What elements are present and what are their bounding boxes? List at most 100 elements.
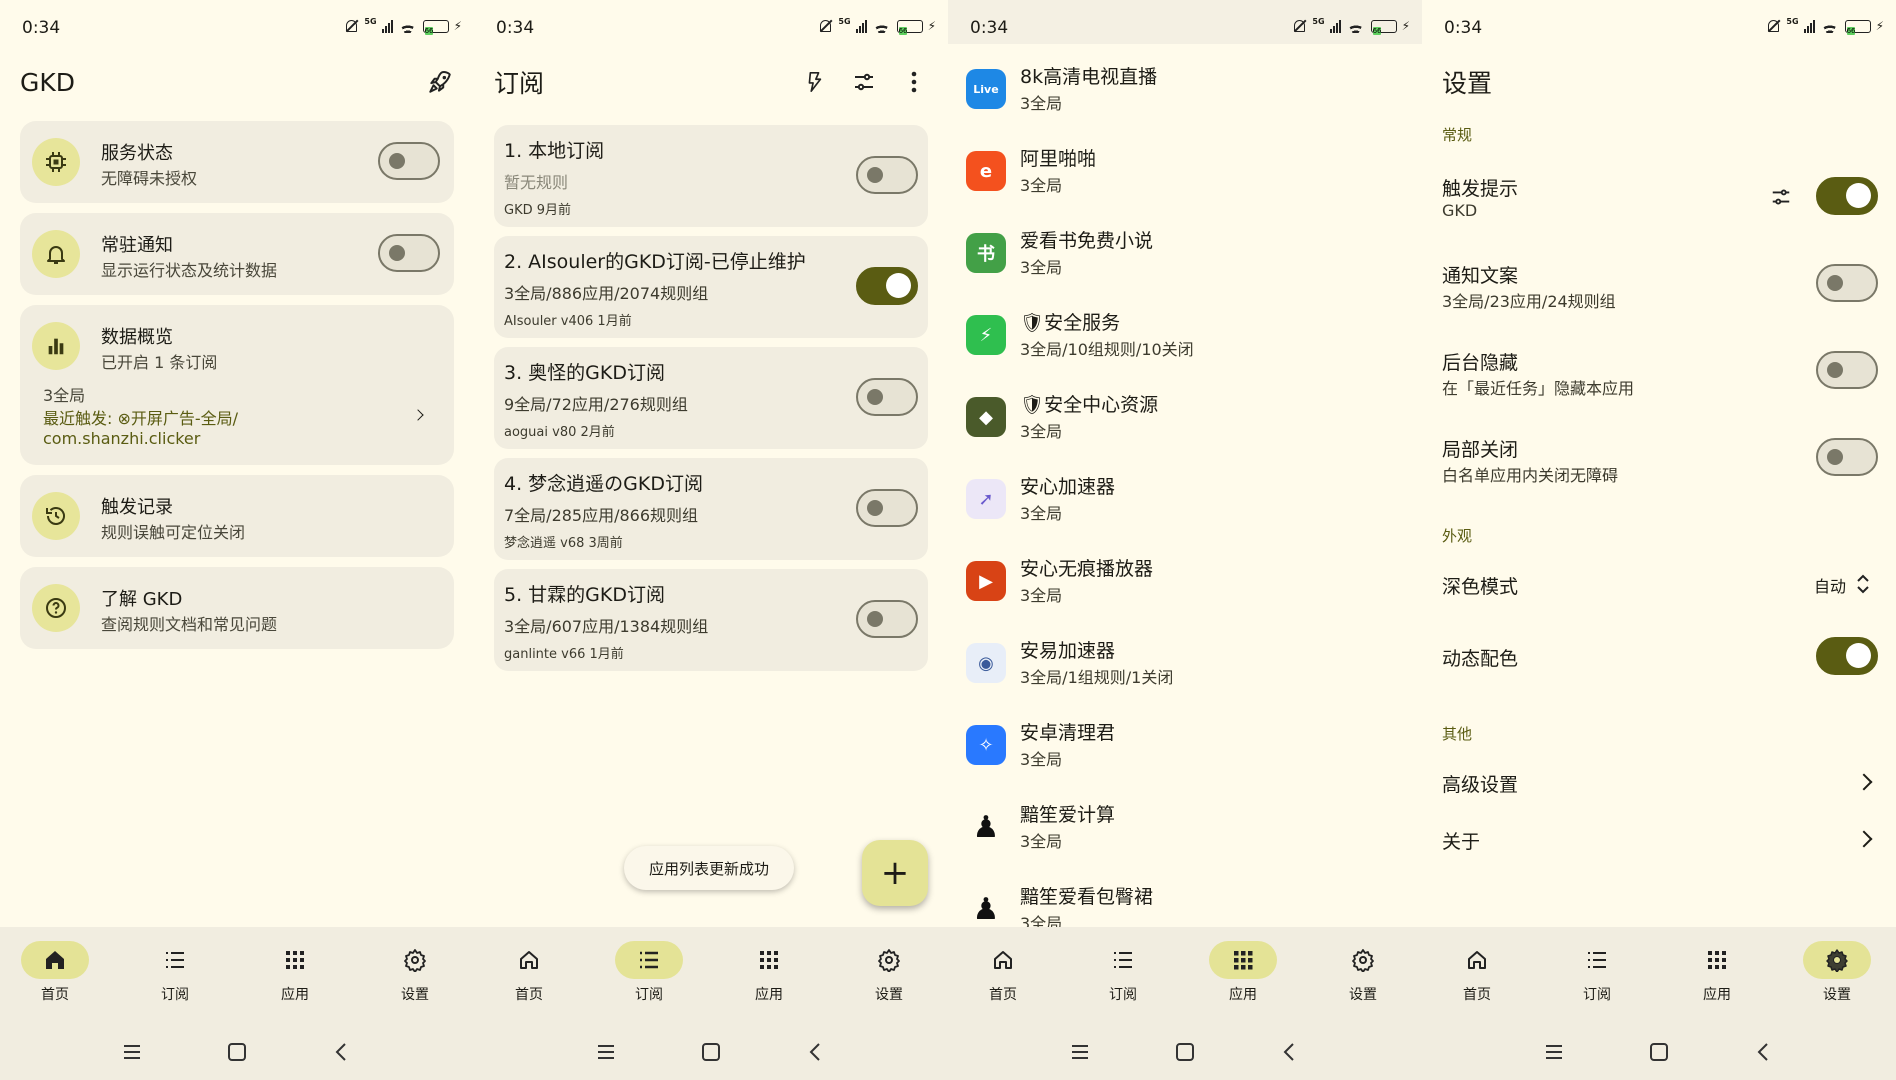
filter-button[interactable] — [844, 62, 884, 102]
back-icon[interactable] — [332, 1042, 352, 1062]
nav-home[interactable]: 首页 — [479, 941, 579, 1004]
notification-switch[interactable] — [378, 234, 440, 272]
top-app-bar: 设置 — [1442, 56, 1882, 108]
battery-level: 66 — [1372, 26, 1382, 35]
subscription-card[interactable]: 1. 本地订阅 暂无规则 GKD 9月前 — [494, 125, 928, 227]
list-item[interactable]: ⚡ 🛡安全服务 3全局/10组规则/10关闭 — [948, 298, 1422, 380]
advanced-settings-row[interactable]: 高级设置 — [1422, 758, 1896, 806]
list-item[interactable]: ◉ 安易加速器 3全局/1组规则/1关闭 — [948, 626, 1422, 708]
dark-mode-row[interactable]: 深色模式 自动 — [1422, 560, 1896, 608]
nav-subscriptions[interactable]: 订阅 — [125, 941, 225, 1004]
status-time: 0:34 — [1444, 18, 1483, 38]
nav-apps[interactable]: 应用 — [719, 941, 819, 1004]
service-switch[interactable] — [378, 142, 440, 180]
subscription-meta: aoguai v80 2月前 — [504, 425, 615, 440]
nav-settings[interactable]: 设置 — [839, 941, 939, 1004]
nav-apps[interactable]: 应用 — [1193, 941, 1293, 1004]
notify-text-switch[interactable] — [1816, 264, 1878, 302]
status-bar: 0:34 5G 66 ⚡ — [0, 0, 474, 44]
more-button[interactable] — [894, 62, 934, 102]
toast: 应用列表更新成功 — [624, 846, 794, 890]
nav-apps[interactable]: 应用 — [245, 941, 345, 1004]
home-square-icon[interactable] — [1175, 1042, 1195, 1062]
tune-icon — [855, 73, 873, 91]
trigger-log-card[interactable]: 触发记录 规则误触可定位关闭 — [20, 475, 454, 557]
list-item[interactable]: Live 8k高清电视直播 3全局 — [948, 52, 1422, 134]
hide-background-row[interactable]: 后台隐藏 在「最近任务」隐藏本应用 — [1422, 334, 1896, 406]
persistent-notification-card[interactable]: 常驻通知 显示运行状态及统计数据 — [20, 213, 454, 295]
subscription-switch[interactable] — [856, 156, 918, 194]
subscription-card[interactable]: 3. 奥怪的GKD订阅 9全局/72应用/276规则组 aoguai v80 2… — [494, 347, 928, 449]
nav-settings[interactable]: 设置 — [1787, 941, 1887, 1004]
back-icon[interactable] — [1280, 1042, 1300, 1062]
list-item[interactable]: ◆ 🛡安全中心资源 3全局 — [948, 380, 1422, 462]
list-item[interactable]: ➚ 安心加速器 3全局 — [948, 462, 1422, 544]
trigger-tip-row[interactable]: 触发提示 GKD — [1422, 160, 1896, 232]
list-item[interactable]: 书 爱看书免费小说 3全局 — [948, 216, 1422, 298]
subscription-switch[interactable] — [856, 378, 918, 416]
subscription-switch[interactable] — [856, 600, 918, 638]
service-status-card[interactable]: 服务状态 无障碍未授权 — [20, 121, 454, 203]
trigger-tip-switch[interactable] — [1816, 177, 1878, 215]
help-icon — [32, 584, 80, 632]
nav-home[interactable]: 首页 — [953, 941, 1053, 1004]
nav-home[interactable]: 首页 — [1427, 941, 1527, 1004]
list-item[interactable]: e 阿里啪啪 3全局 — [948, 134, 1422, 216]
nav-subscriptions[interactable]: 订阅 — [1547, 941, 1647, 1004]
nav-settings[interactable]: 设置 — [1313, 941, 1413, 1004]
dynamic-color-switch[interactable] — [1816, 637, 1878, 675]
wifi-icon — [1820, 19, 1840, 33]
subscription-card[interactable]: 5. 甘霖的GKD订阅 3全局/607应用/1384规则组 ganlinte v… — [494, 569, 928, 671]
home-icon — [520, 951, 538, 969]
subscription-switch[interactable] — [856, 267, 918, 305]
menu-icon[interactable] — [122, 1042, 142, 1062]
subscription-desc: 9全局/72应用/276规则组 — [504, 395, 688, 414]
home-square-icon[interactable] — [227, 1042, 247, 1062]
nav-subscriptions[interactable]: 订阅 — [1073, 941, 1173, 1004]
menu-icon[interactable] — [1070, 1042, 1090, 1062]
nav-label: 首页 — [989, 987, 1017, 1003]
app-name: 阿里啪啪 — [1020, 148, 1097, 170]
back-icon[interactable] — [1754, 1042, 1774, 1062]
partial-close-row[interactable]: 局部关闭 白名单应用内关闭无障碍 — [1422, 421, 1896, 493]
charging-icon: ⚡ — [1401, 19, 1410, 33]
dynamic-color-row[interactable]: 动态配色 — [1422, 630, 1896, 682]
list-item[interactable]: ▶ 安心无痕播放器 3全局 — [948, 544, 1422, 626]
battery-level: 66 — [1846, 26, 1856, 35]
subscription-card[interactable]: 2. AIsouler的GKD订阅-已停止维护 3全局/886应用/2074规则… — [494, 236, 928, 338]
nav-home[interactable]: 首页 — [5, 941, 105, 1004]
partial-close-switch[interactable] — [1816, 438, 1878, 476]
notify-text-row[interactable]: 通知文案 3全局/23应用/24规则组 — [1422, 247, 1896, 319]
tune-icon[interactable] — [1770, 186, 1792, 208]
home-square-icon[interactable] — [1649, 1042, 1669, 1062]
back-icon[interactable] — [806, 1042, 826, 1062]
status-time: 0:34 — [970, 18, 1009, 38]
chip-icon — [32, 138, 80, 186]
nav-subscriptions[interactable]: 订阅 — [599, 941, 699, 1004]
about-row[interactable]: 关于 — [1422, 815, 1896, 863]
more-vert-icon — [911, 71, 917, 93]
list-item[interactable]: ♟ 黯笙爱计算 3全局 — [948, 790, 1422, 872]
add-subscription-button[interactable]: + — [862, 840, 928, 906]
app-list[interactable]: Live 8k高清电视直播 3全局 e 阿里啪啪 3全局 书 爱看书免费小说 3… — [948, 0, 1422, 933]
list-item[interactable]: ✧ 安卓清理君 3全局 — [948, 708, 1422, 790]
status-bar: 0:34 5G 66 ⚡ — [1422, 0, 1896, 44]
signal-icon — [381, 19, 393, 33]
nav-settings[interactable]: 设置 — [365, 941, 465, 1004]
battery-icon: 66 — [422, 19, 449, 35]
subscription-card[interactable]: 4. 梦念逍遥のGKD订阅 7全局/285应用/866规则组 梦念逍遥 v68 … — [494, 458, 928, 560]
home-square-icon[interactable] — [701, 1042, 721, 1062]
setting-title: 关于 — [1442, 831, 1481, 853]
subscription-switch[interactable] — [856, 489, 918, 527]
mute-icon — [817, 18, 833, 34]
status-bar: 0:34 5G 66 ⚡ — [948, 0, 1422, 44]
app-desc: 3全局 — [1020, 176, 1063, 195]
about-gkd-card[interactable]: 了解 GKD 查阅规则文档和常见问题 — [20, 567, 454, 649]
menu-icon[interactable] — [1544, 1042, 1564, 1062]
nav-apps[interactable]: 应用 — [1667, 941, 1767, 1004]
hide-background-switch[interactable] — [1816, 351, 1878, 389]
trigger-button[interactable] — [794, 62, 834, 102]
rocket-button[interactable] — [420, 62, 460, 102]
data-overview-card[interactable]: 数据概览 已开启 1 条订阅 3全局 最近触发: ⊗开屏广告-全局/ com.s… — [20, 305, 454, 465]
menu-icon[interactable] — [596, 1042, 616, 1062]
